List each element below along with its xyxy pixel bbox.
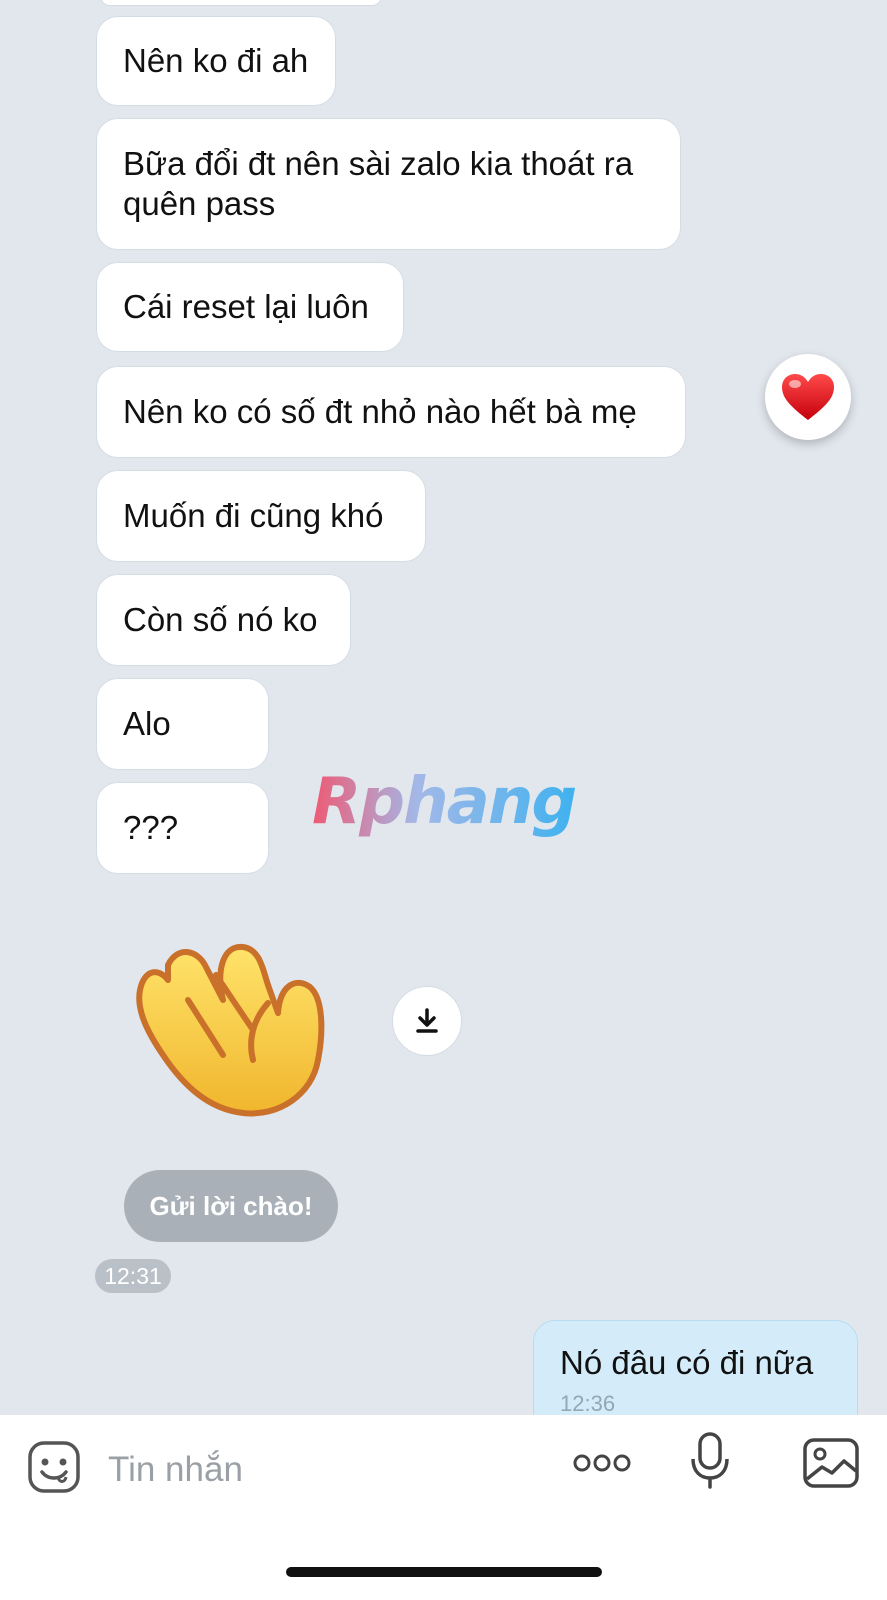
- message-text: Nên ko đi ah: [123, 42, 309, 79]
- own-message-bubble[interactable]: Nó đâu có đi nữa 12:36: [533, 1320, 858, 1415]
- message-bubble[interactable]: ???: [96, 782, 269, 874]
- image-button[interactable]: [802, 1437, 860, 1494]
- reaction-button[interactable]: [765, 354, 851, 440]
- message-bubble[interactable]: Alo: [96, 678, 269, 770]
- waving-hand-icon: [136, 943, 325, 1117]
- message-text: Nên ko có số đt nhỏ nào hết bà mẹ: [123, 393, 637, 430]
- heart-icon: [782, 374, 834, 420]
- own-message-text: Nó đâu có đi nữa: [560, 1344, 814, 1381]
- download-button[interactable]: [392, 986, 462, 1056]
- home-indicator[interactable]: [286, 1567, 602, 1577]
- message-bubble[interactable]: Nên ko đi ah: [96, 16, 336, 106]
- message-text: Alo: [123, 705, 171, 742]
- message-time: 12:31: [95, 1259, 171, 1293]
- microphone-icon: [691, 1432, 729, 1489]
- download-icon: [416, 1008, 438, 1033]
- message-bubble[interactable]: Bữa đổi đt nên sài zalo kia thoát ra quê…: [96, 118, 681, 250]
- message-text: Bữa đổi đt nên sài zalo kia thoát ra quê…: [123, 145, 634, 222]
- message-bubble[interactable]: Nên ko có số đt nhỏ nào hết bà mẹ: [96, 366, 686, 458]
- voice-button[interactable]: [690, 1431, 730, 1496]
- previous-message-bubble[interactable]: [100, 0, 382, 6]
- message-text: Cái reset lại luôn: [123, 288, 369, 325]
- message-bubble[interactable]: Muốn đi cũng khó: [96, 470, 426, 562]
- waving-hand-sticker[interactable]: [128, 925, 333, 1125]
- watermark: Rphang: [312, 765, 577, 839]
- message-bubble[interactable]: Còn số nó ko: [96, 574, 351, 666]
- more-icon: [573, 1454, 631, 1472]
- own-message-time: 12:36: [560, 1391, 616, 1415]
- image-icon: [803, 1438, 859, 1488]
- chat-area[interactable]: Nên ko đi ah Bữa đổi đt nên sài zalo kia…: [0, 0, 887, 1415]
- sticker-icon: [28, 1441, 80, 1493]
- message-text: Muốn đi cũng khó: [123, 497, 384, 534]
- message-text: ???: [123, 809, 179, 846]
- more-button[interactable]: [572, 1451, 632, 1480]
- sticker-button[interactable]: [26, 1439, 82, 1500]
- send-greeting-button[interactable]: Gửi lời chào!: [124, 1170, 338, 1242]
- message-text: Còn số nó ko: [123, 601, 318, 638]
- message-input-placeholder: Tin nhắn: [108, 1450, 243, 1489]
- message-bubble[interactable]: Cái reset lại luôn: [96, 262, 404, 352]
